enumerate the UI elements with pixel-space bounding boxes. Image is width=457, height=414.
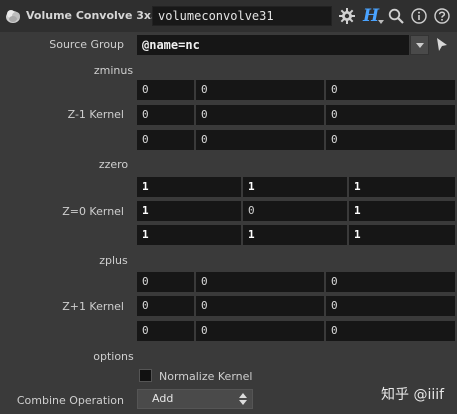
volume-node-icon — [6, 10, 20, 23]
section-zzero: zzero — [98, 158, 129, 171]
kernel-cell[interactable]: 0 — [326, 130, 455, 150]
kernel-cell[interactable]: 1 — [137, 201, 241, 221]
kernel-cell[interactable]: 1 — [243, 225, 347, 245]
kernel-cell[interactable]: 1 — [243, 177, 347, 197]
kernel-cell[interactable]: 1 — [137, 225, 241, 245]
gear-icon[interactable] — [339, 8, 355, 24]
kernel-cell[interactable]: 0 — [243, 201, 347, 221]
kernel-cell[interactable]: 1 — [349, 225, 455, 245]
kernel-cell[interactable]: 0 — [137, 272, 194, 292]
kernel-cell[interactable]: 0 — [326, 80, 455, 100]
z-plus-kernel-label: Z+1 Kernel — [62, 300, 124, 313]
kernel-cell[interactable]: 0 — [196, 321, 324, 341]
section-options: options — [93, 350, 134, 363]
source-group-label: Source Group — [49, 38, 124, 51]
section-zminus: zminus — [93, 64, 134, 77]
normalize-kernel-checkbox[interactable] — [139, 369, 152, 382]
kernel-cell[interactable]: 1 — [137, 177, 241, 197]
kernel-cell[interactable]: 0 — [196, 105, 324, 125]
combine-operation-label: Combine Operation — [16, 394, 124, 407]
help-icon[interactable] — [434, 8, 450, 24]
kernel-cell[interactable]: 0 — [196, 80, 324, 100]
kernel-cell[interactable]: 0 — [326, 321, 455, 341]
chevron-down-icon[interactable] — [378, 20, 384, 24]
kernel-cell[interactable]: 0 — [137, 296, 194, 316]
kernel-cell[interactable]: 0 — [137, 80, 194, 100]
kernel-cell[interactable]: 0 — [196, 130, 324, 150]
section-zplus: zplus — [99, 254, 128, 267]
kernel-cell[interactable]: 0 — [137, 105, 194, 125]
z-minus-kernel-label: Z-1 Kernel — [67, 108, 124, 121]
kernel-cell[interactable]: 0 — [326, 272, 455, 292]
select-arrow-icon[interactable] — [435, 37, 449, 53]
search-icon[interactable] — [388, 8, 404, 24]
kernel-cell[interactable]: 1 — [349, 177, 455, 197]
kernel-cell[interactable]: 0 — [196, 272, 324, 292]
kernel-cell[interactable]: 0 — [196, 296, 324, 316]
source-group-dropdown[interactable] — [410, 35, 429, 55]
kernel-cell[interactable]: 0 — [326, 296, 455, 316]
updown-arrows-icon — [239, 393, 247, 405]
node-header: Volume Convolve 3x3x3 volumeconvolve31 H — [0, 0, 457, 32]
hscript-icon[interactable]: H — [363, 7, 379, 25]
kernel-cell[interactable]: 1 — [349, 201, 455, 221]
node-name-field[interactable]: volumeconvolve31 — [152, 6, 332, 26]
source-group-input[interactable]: @name=nc — [137, 35, 409, 55]
watermark: 知乎 @iiif — [381, 387, 445, 403]
combine-operation-select[interactable]: Add — [137, 389, 253, 409]
z-zero-kernel-label: Z=0 Kernel — [62, 205, 124, 218]
kernel-cell[interactable]: 0 — [326, 105, 455, 125]
normalize-kernel-label: Normalize Kernel — [159, 370, 253, 383]
kernel-cell[interactable]: 0 — [137, 130, 194, 150]
kernel-cell[interactable]: 0 — [137, 321, 194, 341]
combine-operation-value: Add — [152, 392, 174, 405]
info-icon[interactable] — [411, 8, 427, 24]
